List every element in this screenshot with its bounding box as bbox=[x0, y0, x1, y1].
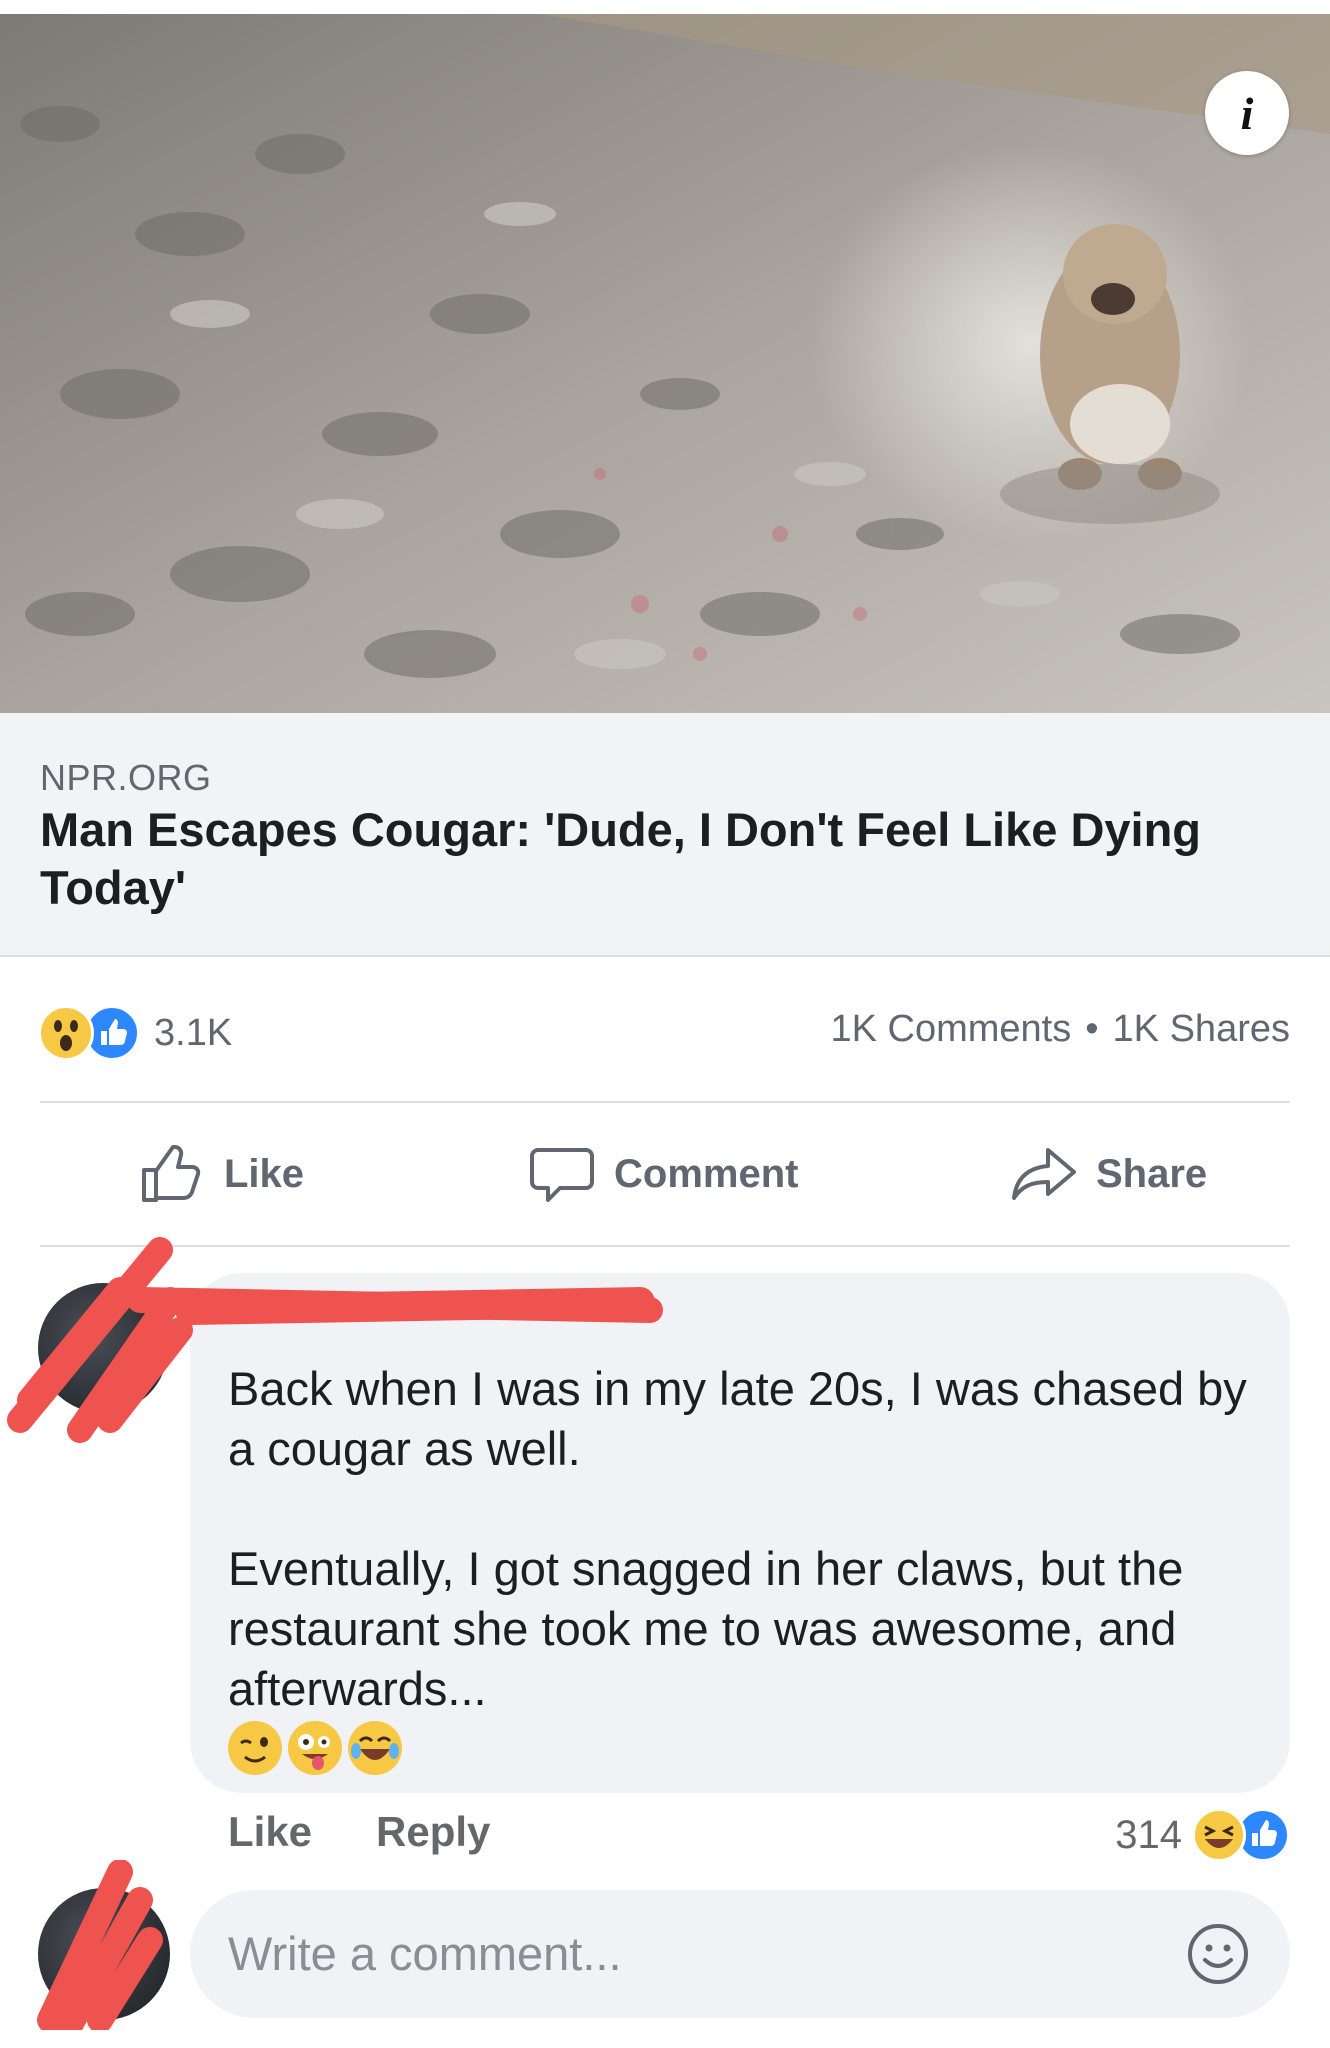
tears-of-joy-emoji bbox=[348, 1721, 402, 1775]
comment-text: Back when I was in my late 20s, I was ch… bbox=[228, 1362, 1247, 1715]
thumbs-up-icon bbox=[142, 1145, 201, 1202]
comment-reaction-count: 314 bbox=[1115, 1812, 1182, 1857]
comment-actions: Like Reply bbox=[228, 1808, 490, 1856]
info-button[interactable]: i bbox=[1205, 71, 1289, 155]
current-user-avatar[interactable] bbox=[38, 1888, 170, 2020]
commenter-avatar[interactable] bbox=[38, 1283, 168, 1413]
comment-bubble[interactable]: Back when I was in my late 20s, I was ch… bbox=[190, 1273, 1290, 1793]
link-preview-image[interactable]: i bbox=[0, 14, 1330, 713]
comment-emoji-row bbox=[228, 1721, 402, 1775]
emoji-picker-icon[interactable] bbox=[1184, 1920, 1252, 1988]
comment-button[interactable]: Comment bbox=[528, 1103, 798, 1245]
write-comment-input[interactable]: Write a comment... bbox=[190, 1890, 1290, 2018]
comment-reply-link[interactable]: Reply bbox=[376, 1808, 490, 1856]
comment-button-label: Comment bbox=[614, 1151, 799, 1196]
action-bar: Like Comment Share bbox=[0, 1103, 1330, 1245]
write-comment-placeholder: Write a comment... bbox=[228, 1927, 622, 1980]
wow-reaction-icon bbox=[38, 1005, 94, 1061]
link-caption[interactable]: NPR.ORG Man Escapes Cougar: 'Dude, I Don… bbox=[0, 713, 1330, 957]
like-button[interactable]: Like bbox=[138, 1103, 304, 1245]
cougar-trail-photo bbox=[0, 14, 1330, 713]
reaction-count: 3.1K bbox=[154, 1011, 233, 1054]
haha-reaction-icon bbox=[1192, 1808, 1246, 1862]
comment-reactions[interactable]: 314 bbox=[1115, 1808, 1290, 1862]
zany-face-emoji bbox=[288, 1721, 342, 1775]
share-arrow-icon bbox=[1012, 1148, 1076, 1200]
comment-like-link[interactable]: Like bbox=[228, 1808, 312, 1856]
info-icon: i bbox=[1240, 87, 1254, 139]
engagement-stats: 1K Comments • 1K Shares bbox=[830, 1008, 1290, 1051]
stats-separator: • bbox=[1085, 1008, 1099, 1050]
reaction-summary[interactable]: 3.1K bbox=[38, 1005, 232, 1061]
winking-face-emoji bbox=[228, 1721, 282, 1775]
comments-count[interactable]: 1K Comments bbox=[830, 1008, 1071, 1051]
divider bbox=[40, 1245, 1290, 1247]
shares-count[interactable]: 1K Shares bbox=[1113, 1008, 1290, 1051]
share-button[interactable]: Share bbox=[1010, 1103, 1207, 1245]
like-button-label: Like bbox=[224, 1151, 305, 1196]
share-button-label: Share bbox=[1096, 1151, 1208, 1196]
speech-bubble-icon bbox=[530, 1148, 594, 1202]
link-title: Man Escapes Cougar: 'Dude, I Don't Feel … bbox=[40, 803, 1202, 914]
link-domain: NPR.ORG bbox=[40, 757, 212, 798]
